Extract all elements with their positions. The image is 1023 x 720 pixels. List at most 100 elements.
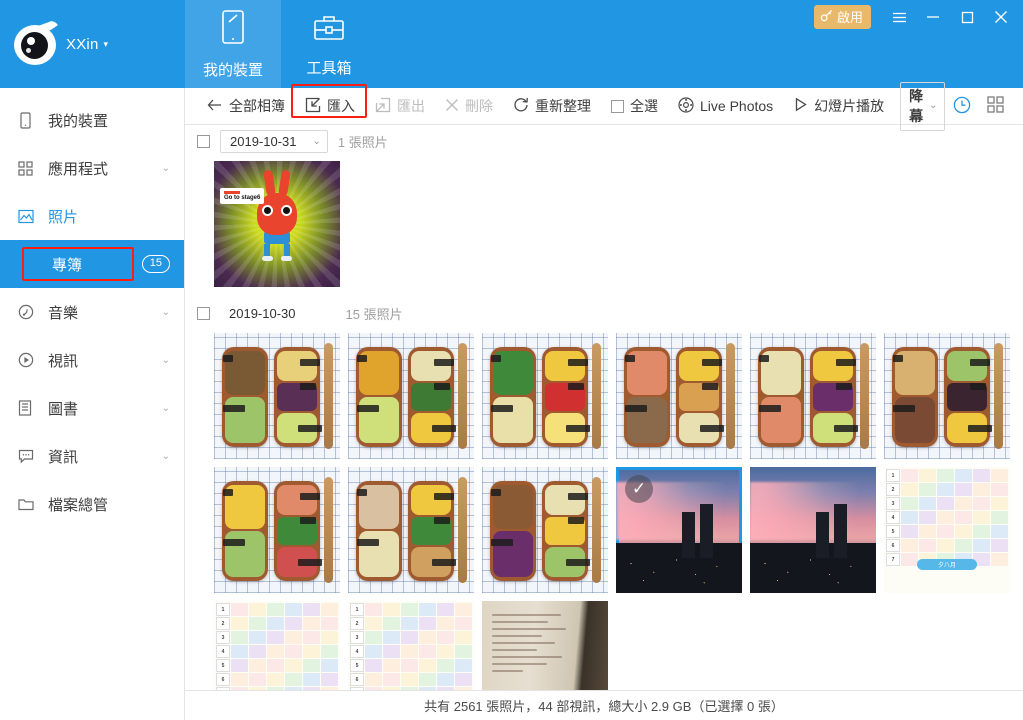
- sidebar-item-videos[interactable]: 視訊 ⌄: [0, 336, 184, 384]
- grid-view-button[interactable]: [979, 92, 1012, 120]
- select-all-checkbox[interactable]: [611, 99, 624, 113]
- time-view-button[interactable]: [945, 92, 979, 121]
- sidebar: 我的裝置 應用程式 ⌄ 照片 專簿 15 音樂 ⌄ 視訊 ⌄ 圖書 ⌄ 資訊 ⌄…: [0, 88, 185, 720]
- calendar-cell: [991, 553, 1008, 566]
- calendar-cell: [321, 687, 338, 690]
- back-to-all-albums-button[interactable]: 全部相簿: [197, 92, 295, 120]
- bento-box-left: [624, 347, 670, 447]
- calendar-row-number: 5: [350, 659, 364, 672]
- sidebar-item-books[interactable]: 圖書 ⌄: [0, 384, 184, 432]
- group-select-checkbox[interactable]: [197, 134, 210, 148]
- refresh-button[interactable]: 重新整理: [503, 92, 601, 120]
- photo-thumbnail-bento-lunchbox-4[interactable]: [616, 333, 742, 459]
- group-select-checkbox[interactable]: [197, 306, 210, 320]
- calendar-cell: [231, 603, 248, 616]
- nav-tab-toolbox[interactable]: 工具箱: [281, 0, 377, 88]
- calendar-cell: [919, 469, 936, 482]
- photo-thumbnail-bento-lunchbox-2[interactable]: [348, 333, 474, 459]
- menu-button[interactable]: [883, 4, 915, 30]
- photo-selected-check-icon[interactable]: ✓: [625, 475, 653, 503]
- wooden-spoon: [324, 477, 333, 583]
- sidebar-item-file-manager[interactable]: 檔案總管: [0, 480, 184, 528]
- calendar-cell: [991, 511, 1008, 524]
- calendar-cell: [955, 497, 972, 510]
- photo-thumbnail-timetable-calendar-2[interactable]: 1234567夕七月: [214, 601, 340, 690]
- import-label: 匯入: [327, 98, 355, 114]
- calendar-row-number: 5: [886, 525, 900, 538]
- calendar-cell: [249, 603, 266, 616]
- calendar-cell: [383, 603, 400, 616]
- calendar-cell: [303, 645, 320, 658]
- photo-thumbnail-timetable-calendar-1[interactable]: 1 2 3 4 5 6 7 夕八月: [884, 467, 1010, 593]
- photo-thumbnail-bento-lunchbox-6[interactable]: [884, 333, 1010, 459]
- group-date-label: 2019-10-31: [230, 133, 297, 149]
- slideshow-button[interactable]: 幻燈片播放: [783, 92, 894, 120]
- sidebar-item-apps[interactable]: 應用程式 ⌄: [0, 144, 184, 192]
- calendar-row-number: 4: [216, 645, 230, 658]
- sidebar-item-label: 照片: [48, 208, 79, 226]
- timetable-grid: 1234567: [886, 469, 1008, 591]
- calendar-cell: [901, 539, 918, 552]
- import-button[interactable]: 匯入: [291, 84, 367, 120]
- export-label: 匯出: [397, 98, 425, 114]
- photo-thumbnail-bento-lunchbox-8[interactable]: [348, 467, 474, 593]
- calendar-cell: [991, 525, 1008, 538]
- bento-box-left: [356, 481, 402, 581]
- body-row: 我的裝置 應用程式 ⌄ 照片 專簿 15 音樂 ⌄ 視訊 ⌄ 圖書 ⌄ 資訊 ⌄…: [0, 81, 1023, 720]
- calendar-cell: [249, 631, 266, 644]
- key-icon: [820, 9, 833, 25]
- photo-thumbnail-bento-lunchbox-1[interactable]: [214, 333, 340, 459]
- select-all-button[interactable]: 全選: [601, 92, 668, 120]
- calendar-cell: [365, 617, 382, 630]
- calendar-cell: [455, 659, 472, 672]
- sidebar-item-label: 視訊: [48, 352, 79, 370]
- tower-building: [682, 511, 695, 558]
- sidebar-item-label: 我的裝置: [48, 112, 109, 130]
- chevron-down-icon[interactable]: ▾: [104, 39, 109, 50]
- photo-thumbnail-timetable-calendar-3[interactable]: 1234567夕四月: [348, 601, 474, 690]
- calendar-cell: [267, 603, 284, 616]
- close-button[interactable]: [985, 4, 1017, 30]
- calendar-cell: [303, 617, 320, 630]
- chevron-down-icon[interactable]: ⌄: [162, 451, 170, 462]
- sidebar-item-music[interactable]: 音樂 ⌄: [0, 288, 184, 336]
- group-date-dropdown[interactable]: 2019-10-31 ⌄: [220, 129, 328, 153]
- photo-thumbnail-bento-lunchbox-3[interactable]: [482, 333, 608, 459]
- photo-thumbnail-bento-lunchbox-5[interactable]: [750, 333, 876, 459]
- chevron-down-icon[interactable]: ⌄: [162, 355, 170, 366]
- calendar-row-number: 7: [216, 687, 230, 690]
- photo-thumbnail-sunset-cityscape-2[interactable]: [750, 467, 876, 593]
- sidebar-item-my-device[interactable]: 我的裝置: [0, 96, 184, 144]
- maximize-button[interactable]: [951, 4, 983, 30]
- activate-button[interactable]: 啟用: [813, 5, 871, 29]
- book-icon: [18, 400, 40, 416]
- chevron-down-icon[interactable]: ⌄: [162, 307, 170, 318]
- calendar-cell: [937, 483, 954, 496]
- sidebar-item-albums[interactable]: 專簿 15: [0, 240, 184, 288]
- sidebar-item-photos[interactable]: 照片: [0, 192, 184, 240]
- photo-thumbnail-sunset-cityscape-1[interactable]: ✓: [616, 467, 742, 593]
- calendar-cell: [285, 617, 302, 630]
- calendar-cell: [401, 687, 418, 690]
- live-photos-button[interactable]: Live Photos: [668, 93, 783, 120]
- calendar-cell: [437, 617, 454, 630]
- chevron-down-icon[interactable]: ⌄: [162, 403, 170, 414]
- sort-order-dropdown[interactable]: 降幕 ⌄: [900, 81, 945, 131]
- brand-area[interactable]: XXin ▾: [0, 0, 185, 88]
- sidebar-item-messages[interactable]: 資訊 ⌄: [0, 432, 184, 480]
- calendar-cell: [419, 673, 436, 686]
- nav-tab-my-device[interactable]: 我的裝置: [185, 0, 281, 88]
- photo-thumbnail-bento-lunchbox-9[interactable]: [482, 467, 608, 593]
- calendar-cell: [437, 645, 454, 658]
- photo-thumbnail-book-page-photo[interactable]: [482, 601, 608, 690]
- calendar-cell: [267, 659, 284, 672]
- minimize-button[interactable]: [917, 4, 949, 30]
- calendar-cell: [321, 631, 338, 644]
- calendar-cell: [321, 645, 338, 658]
- photo-scroll-area[interactable]: 2019-10-31 ⌄ 1 張照片 Go to stage6 2019-10-…: [185, 125, 1023, 690]
- chevron-down-icon[interactable]: ⌄: [162, 163, 170, 174]
- photo-thumbnail-bento-lunchbox-7[interactable]: [214, 467, 340, 593]
- photo-icon: [18, 209, 40, 224]
- wooden-spoon: [994, 343, 1003, 449]
- photo-thumbnail-bunny-stage-screenshot[interactable]: Go to stage6: [214, 161, 340, 287]
